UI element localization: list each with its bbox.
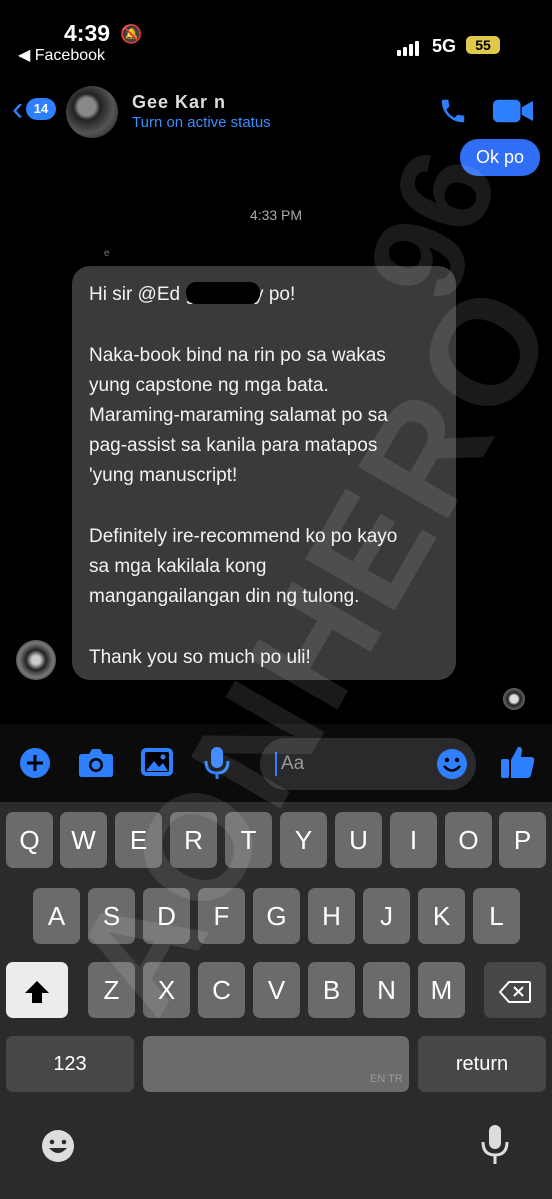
microphone-icon[interactable] xyxy=(202,746,232,780)
sent-message-bubble[interactable]: Ok po xyxy=(459,139,540,176)
contact-avatar[interactable] xyxy=(66,86,118,138)
read-receipt-avatar xyxy=(503,688,525,710)
return-key[interactable]: return xyxy=(418,1036,546,1092)
battery-icon: 55 xyxy=(466,36,500,54)
key-r[interactable]: R xyxy=(170,812,217,868)
network-label: 5G xyxy=(432,36,457,56)
active-status-link[interactable]: Turn on active status xyxy=(132,114,271,131)
key-v[interactable]: V xyxy=(253,962,300,1018)
key-d[interactable]: D xyxy=(143,888,190,944)
key-l[interactable]: L xyxy=(473,888,520,944)
message-line: mangangailangan din ng tulong. xyxy=(89,586,360,607)
text-cursor xyxy=(275,752,277,776)
message-line: sa mga kakilala kong xyxy=(89,556,267,577)
shift-key[interactable] xyxy=(6,962,68,1018)
key-o[interactable]: O xyxy=(445,812,492,868)
message-input-placeholder: Aa xyxy=(281,753,305,774)
key-j[interactable]: J xyxy=(363,888,410,944)
sender-label: e xyxy=(104,248,110,259)
key-n[interactable]: N xyxy=(363,962,410,1018)
key-g[interactable]: G xyxy=(253,888,300,944)
backspace-key[interactable] xyxy=(484,962,546,1018)
key-x[interactable]: X xyxy=(143,962,190,1018)
key-c[interactable]: C xyxy=(198,962,245,1018)
key-i[interactable]: I xyxy=(390,812,437,868)
signal-icon xyxy=(397,38,421,56)
message-line: Definitely ire-recommend ko po kayo xyxy=(89,526,398,547)
message-line: 'yung manuscript! xyxy=(89,465,238,486)
status-time: 4:39 xyxy=(64,20,111,46)
bell-muted-icon: 🔕 xyxy=(120,24,143,44)
key-y[interactable]: Y xyxy=(280,812,327,868)
message-line: Maraming-maraming salamat po sa xyxy=(89,405,388,426)
key-u[interactable]: U xyxy=(335,812,382,868)
video-call-icon[interactable] xyxy=(493,98,533,124)
key-s[interactable]: S xyxy=(88,888,135,944)
keyboard-emoji-icon[interactable] xyxy=(40,1128,76,1164)
key-a[interactable]: A xyxy=(33,888,80,944)
key-k[interactable]: K xyxy=(418,888,465,944)
shift-arrow-icon xyxy=(25,981,49,1004)
sender-avatar[interactable] xyxy=(16,640,56,680)
backspace-icon xyxy=(498,981,531,1004)
dictation-mic-icon[interactable] xyxy=(480,1124,510,1166)
numbers-key[interactable]: 123 xyxy=(6,1036,134,1092)
thumbs-up-icon[interactable] xyxy=(500,744,536,780)
redaction-mark xyxy=(186,282,260,304)
phone-call-icon[interactable] xyxy=(436,96,470,126)
gallery-icon[interactable] xyxy=(140,746,174,778)
message-timestamp: 4:33 PM xyxy=(249,207,303,223)
message-line: yung capstone ng mga bata. xyxy=(89,375,329,396)
key-m[interactable]: M xyxy=(418,962,465,1018)
contact-name[interactable]: Gee Kar n xyxy=(132,92,226,110)
plus-icon[interactable] xyxy=(18,746,52,780)
key-z[interactable]: Z xyxy=(88,962,135,1018)
key-b[interactable]: B xyxy=(308,962,355,1018)
key-p[interactable]: P xyxy=(499,812,546,868)
keyboard-language-hint: EN TR xyxy=(370,1073,403,1085)
key-h[interactable]: H xyxy=(308,888,355,944)
emoji-icon[interactable] xyxy=(436,748,468,780)
unread-count-badge[interactable]: 14 xyxy=(26,98,56,120)
key-f[interactable]: F xyxy=(198,888,245,944)
camera-icon[interactable] xyxy=(78,746,114,778)
message-line: pag-assist sa kanila para matapos xyxy=(89,435,378,456)
message-line: Naka-book bind na rin po sa wakas xyxy=(89,345,386,366)
message-line: Thank you so much po uli! xyxy=(89,647,311,668)
back-to-app-link[interactable]: ◀ Facebook xyxy=(18,45,105,65)
back-chevron-icon[interactable]: ‹ xyxy=(12,92,23,126)
key-e[interactable]: E xyxy=(115,812,162,868)
key-t[interactable]: T xyxy=(225,812,272,868)
key-w[interactable]: W xyxy=(60,812,107,868)
key-q[interactable]: Q xyxy=(6,812,53,868)
